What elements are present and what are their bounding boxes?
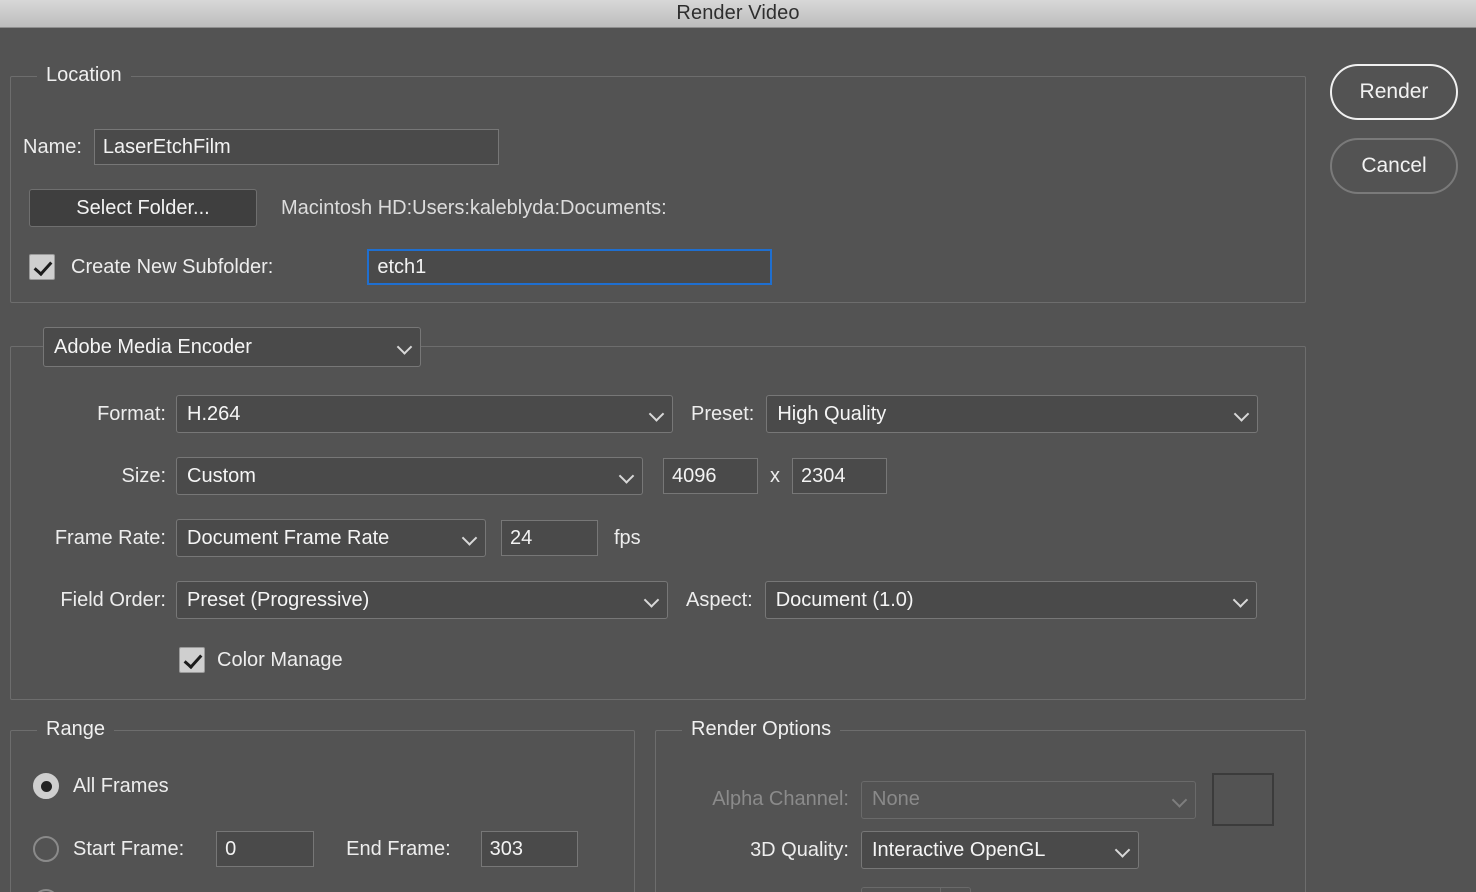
window-title-bar: Render Video	[0, 0, 1476, 28]
aspect-select[interactable]: Document (1.0)	[764, 581, 1257, 619]
color-manage-checkbox[interactable]	[179, 647, 205, 673]
cancel-button[interactable]: Cancel	[1330, 138, 1458, 194]
all-frames-label: All Frames	[73, 774, 169, 797]
render-button[interactable]: Render	[1330, 64, 1458, 120]
all-frames-radio[interactable]	[33, 773, 59, 799]
folder-row: Select Folder... Macintosh HD:Users:kale…	[29, 189, 667, 227]
select-folder-button[interactable]: Select Folder...	[29, 189, 257, 227]
color-manage-label: Color Manage	[217, 648, 343, 671]
color-manage-row: Color Manage	[11, 647, 1305, 673]
field-order-value: Preset (Progressive)	[187, 588, 370, 611]
field-order-row: Field Order: Preset (Progressive) Aspect…	[11, 581, 1305, 619]
frame-rate-label: Frame Rate:	[54, 526, 166, 549]
all-frames-row: All Frames	[33, 773, 169, 799]
field-order-label: Field Order:	[60, 588, 166, 611]
window-title: Render Video	[676, 2, 800, 24]
format-label: Format:	[97, 402, 166, 425]
render-video-dialog: Render Cancel Location Name: LaserEtchFi…	[0, 28, 1476, 892]
alpha-color-swatch[interactable]	[1212, 773, 1274, 826]
start-frame-radio[interactable]	[33, 836, 59, 862]
dialog-action-buttons: Render Cancel	[1330, 64, 1458, 194]
name-row: Name: LaserEtchFilm	[23, 129, 499, 165]
chevron-down-icon	[645, 594, 658, 607]
range-section: Range All Frames Start Frame: 0 End Fram…	[10, 718, 635, 892]
fps-input[interactable]: 24	[501, 520, 598, 556]
alpha-channel-row: Alpha Channel: None	[656, 773, 1305, 826]
aspect-value: Document (1.0)	[775, 588, 914, 611]
frame-rate-select[interactable]: Document Frame Rate	[176, 519, 486, 557]
chevron-down-icon	[620, 470, 633, 483]
range-legend: Range	[37, 718, 114, 741]
3d-quality-row: 3D Quality: Interactive OpenGL	[656, 831, 1305, 869]
create-subfolder-label: Create New Subfolder:	[71, 255, 274, 278]
chevron-down-icon	[650, 408, 663, 421]
chevron-down-icon	[1173, 793, 1186, 806]
name-input[interactable]: LaserEtchFilm	[93, 129, 499, 165]
chevron-down-icon	[1116, 844, 1129, 857]
render-options-legend: Render Options	[682, 718, 841, 741]
chevron-down-icon	[1235, 408, 1248, 421]
field-order-select[interactable]: Preset (Progressive)	[176, 581, 668, 619]
high-quality-threshold-value: 5	[862, 888, 940, 892]
size-preset-select[interactable]: Custom	[176, 457, 643, 495]
3d-quality-select[interactable]: Interactive OpenGL	[861, 831, 1139, 869]
create-subfolder-checkbox[interactable]	[29, 254, 55, 280]
frame-rate-row: Frame Rate: Document Frame Rate 24 fps	[11, 519, 1305, 557]
high-quality-threshold-stepper: 5	[861, 887, 971, 892]
format-value: H.264	[187, 402, 241, 425]
folder-path-text: Macintosh HD:Users:kaleblyda:Documents:	[281, 196, 667, 219]
location-section: Location Name: LaserEtchFilm Select Fold…	[10, 64, 1306, 303]
end-frame-label: End Frame:	[346, 837, 451, 860]
3d-quality-label: 3D Quality:	[750, 838, 849, 861]
location-legend: Location	[37, 64, 131, 87]
create-subfolder-row: Create New Subfolder: etch1	[29, 249, 773, 285]
chevron-down-icon	[398, 341, 411, 354]
start-frame-row: Start Frame: 0 End Frame: 303	[33, 831, 578, 867]
encoder-settings-section: Adobe Media Encoder Format: H.264 Preset…	[10, 327, 1306, 700]
high-quality-threshold-row: High Quality Threshold: 5	[656, 887, 1305, 892]
encoder-engine-value: Adobe Media Encoder	[54, 335, 252, 358]
size-separator-label: x	[770, 464, 780, 487]
preset-select[interactable]: High Quality	[766, 395, 1259, 433]
fps-unit-label: fps	[614, 526, 641, 549]
preset-label: Preset:	[691, 402, 755, 425]
size-label: Size:	[121, 464, 166, 487]
size-height-input[interactable]: 2304	[792, 458, 887, 494]
render-options-section: Render Options Alpha Channel: None 3D Qu…	[655, 718, 1306, 892]
frame-rate-value: Document Frame Rate	[187, 526, 390, 549]
chevron-down-icon	[463, 532, 476, 545]
size-preset-value: Custom	[187, 464, 256, 487]
chevron-down-icon	[940, 888, 970, 892]
format-row: Format: H.264 Preset: High Quality	[11, 395, 1305, 433]
size-width-input[interactable]: 4096	[663, 458, 758, 494]
aspect-label: Aspect:	[686, 588, 753, 611]
name-label: Name:	[23, 135, 82, 158]
subfolder-name-input[interactable]: etch1	[367, 249, 773, 285]
start-frame-input[interactable]: 0	[216, 831, 315, 867]
alpha-channel-label: Alpha Channel:	[712, 788, 849, 810]
alpha-channel-select: None	[861, 780, 1196, 819]
start-frame-label: Start Frame:	[73, 837, 185, 860]
size-row: Size: Custom 4096 x 2304	[11, 457, 1305, 495]
3d-quality-value: Interactive OpenGL	[872, 838, 1046, 861]
format-select[interactable]: H.264	[176, 395, 673, 433]
alpha-channel-value: None	[872, 788, 920, 810]
preset-value: High Quality	[777, 402, 887, 425]
chevron-down-icon	[1234, 594, 1247, 607]
end-frame-input[interactable]: 303	[480, 831, 578, 867]
encoder-engine-select[interactable]: Adobe Media Encoder	[43, 327, 421, 367]
